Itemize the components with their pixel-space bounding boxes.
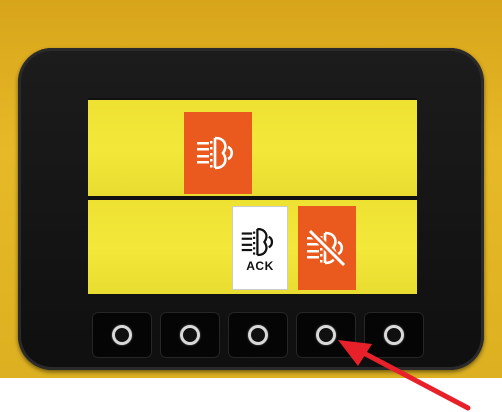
top-panel	[88, 100, 417, 196]
softkey-3[interactable]	[228, 312, 288, 358]
headlight-off-icon	[307, 228, 347, 268]
headlight-alert-tile	[298, 206, 356, 290]
headlight-icon	[197, 136, 234, 170]
softkey-1[interactable]	[92, 312, 152, 358]
button-ring-icon	[248, 325, 268, 345]
headlight-status-tile	[184, 112, 252, 194]
button-ring-icon	[180, 325, 200, 345]
button-ring-icon	[112, 325, 132, 345]
ack-label: ACK	[246, 259, 274, 273]
button-ring-icon	[316, 325, 336, 345]
ack-tile[interactable]: ACK	[232, 206, 288, 290]
headlight-icon	[241, 227, 274, 257]
softkey-2[interactable]	[160, 312, 220, 358]
pointer-arrow-icon	[338, 340, 471, 411]
display-screen: ACK	[88, 98, 417, 296]
bottom-panel: ACK	[88, 200, 417, 294]
